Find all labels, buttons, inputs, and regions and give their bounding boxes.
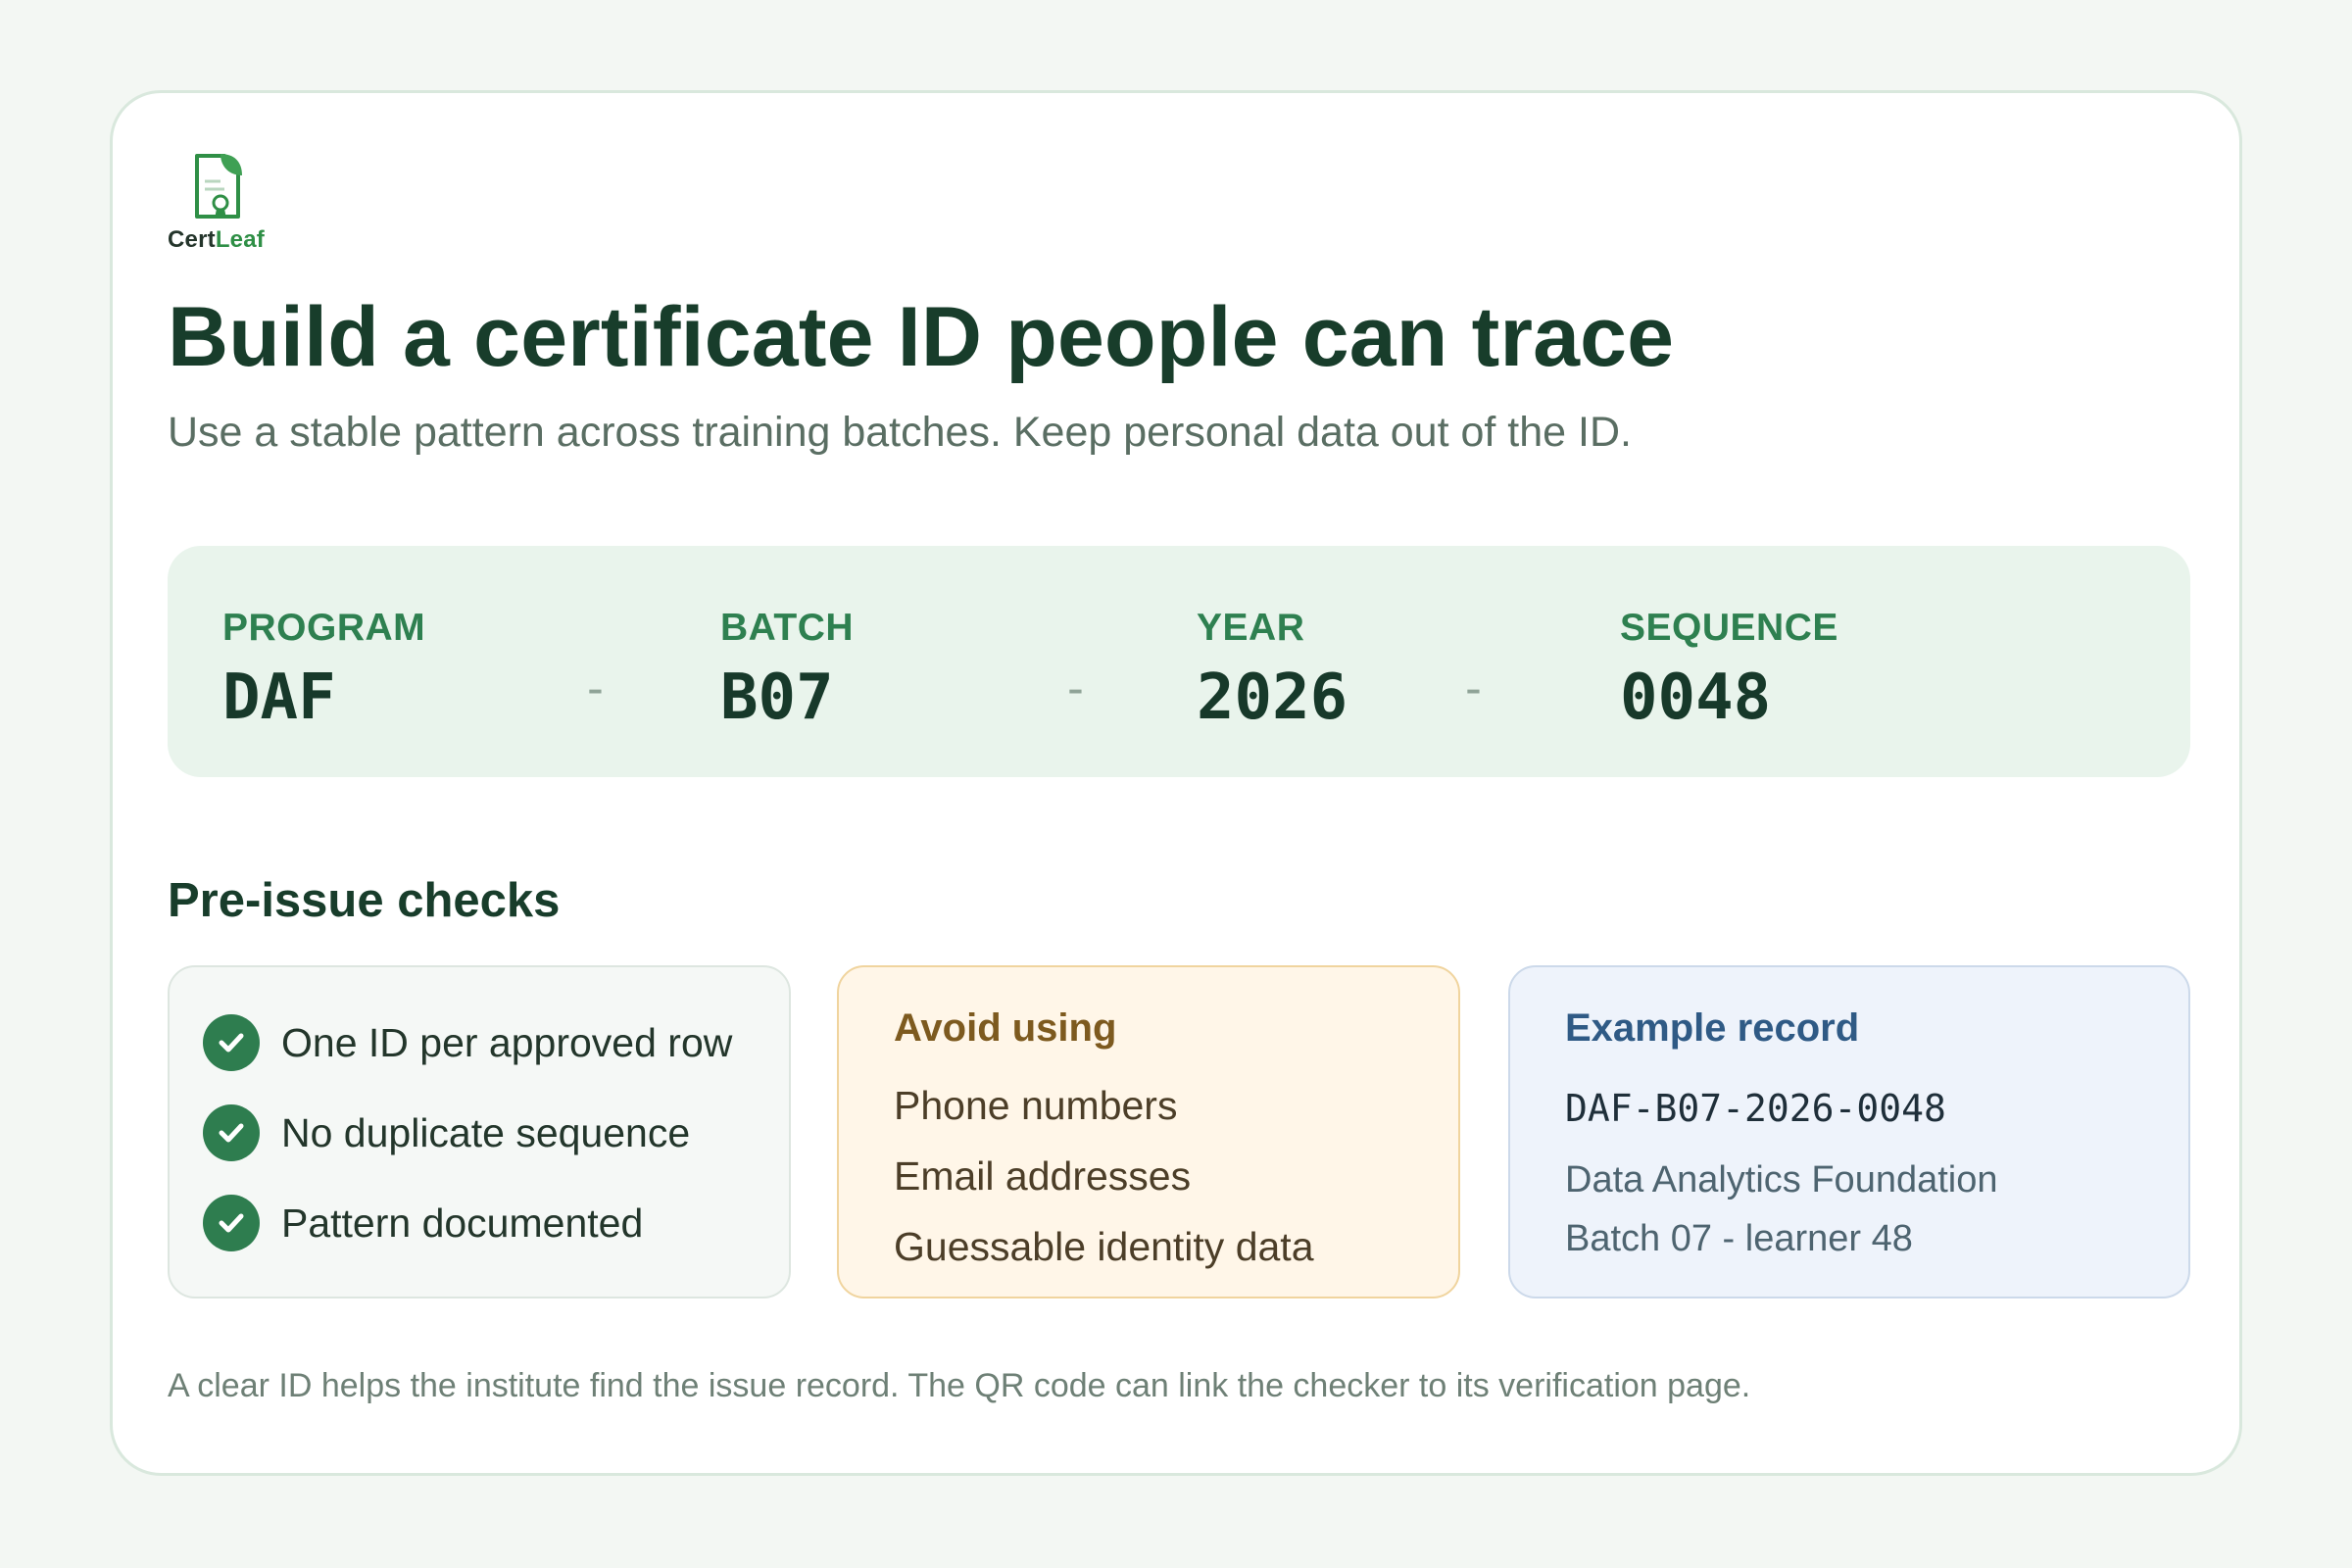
page-subtitle: Use a stable pattern across training bat… [168,409,1632,456]
segment-label-year: YEAR [1197,607,1305,649]
id-pattern-panel: PROGRAM DAF - BATCH B07 - YEAR 2026 - SE… [168,546,2190,777]
check-label: One ID per approved row [281,1019,733,1065]
segment-separator: - [1459,662,1488,716]
check-item: Pattern documented [203,1195,643,1251]
example-batch-learner: Batch 07 - learner 48 [1565,1218,1913,1259]
segment-separator: - [581,662,610,716]
checks-panel: One ID per approved row No duplicate sequ… [168,965,791,1298]
page-title: Build a certificate ID people can trace [168,290,1675,384]
segment-separator: - [1061,662,1090,716]
example-panel: Example record DAF-B07-2026-0048 Data An… [1508,965,2190,1298]
segment-value-sequence: 0048 [1620,662,1772,734]
segment-value-batch: B07 [720,662,834,734]
example-program: Data Analytics Foundation [1565,1159,1998,1200]
avoid-item: Guessable identity data [894,1224,1314,1269]
avoid-panel: Avoid using Phone numbers Email addresse… [837,965,1460,1298]
brand-name: CertLeaf [168,226,285,254]
check-label: Pattern documented [281,1200,644,1246]
avoid-item: Email addresses [894,1153,1192,1199]
checkmark-icon [203,1104,260,1161]
avoid-title: Avoid using [894,1006,1117,1050]
check-item: No duplicate sequence [203,1104,690,1161]
checks-heading: Pre-issue checks [168,874,561,927]
segment-label-batch: BATCH [720,607,855,649]
segment-value-year: 2026 [1197,662,1348,734]
segment-label-sequence: SEQUENCE [1620,607,1838,649]
main-card: CertLeaf Build a certificate ID people c… [110,90,2242,1476]
checkmark-icon [203,1195,260,1251]
checkmark-icon [203,1014,260,1071]
brand-name-part1: Cert [168,226,216,253]
example-id: DAF-B07-2026-0048 [1565,1087,1946,1130]
segment-label-program: PROGRAM [222,607,426,649]
certleaf-logo: CertLeaf [168,152,285,254]
check-label: No duplicate sequence [281,1109,691,1155]
check-item: One ID per approved row [203,1014,732,1071]
example-title: Example record [1565,1006,1860,1050]
avoid-item: Phone numbers [894,1083,1178,1128]
footnote: A clear ID helps the institute find the … [168,1367,1751,1404]
segment-value-program: DAF [222,662,336,734]
brand-name-part2: Leaf [215,226,265,253]
certificate-leaf-icon [195,154,242,219]
